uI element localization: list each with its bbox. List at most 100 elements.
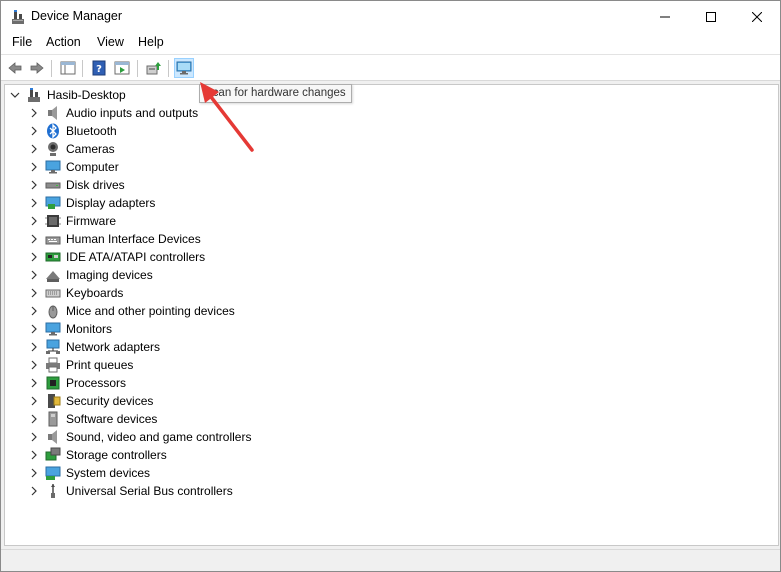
sound-icon [45, 429, 61, 445]
show-hide-console-tree-button[interactable] [58, 58, 78, 78]
device-tree: Hasib-Desktop Audio inputs and outputs Bl… [4, 84, 779, 546]
device-category-row[interactable]: Firmware [5, 212, 778, 230]
chevron-down-icon[interactable] [9, 89, 21, 101]
computer-root-icon [26, 87, 42, 103]
scan-hardware-changes-button[interactable] [174, 58, 194, 78]
device-category-row[interactable]: Disk drives [5, 176, 778, 194]
chevron-right-icon[interactable] [28, 269, 40, 281]
device-category-row[interactable]: IDE ATA/ATAPI controllers [5, 248, 778, 266]
device-category-label: Print queues [66, 358, 134, 372]
hid-icon [45, 231, 61, 247]
printer-icon [45, 357, 61, 373]
device-category-label: Human Interface Devices [66, 232, 201, 246]
processor-icon [45, 375, 61, 391]
network-adapter-icon [45, 339, 61, 355]
chevron-right-icon[interactable] [28, 485, 40, 497]
system-device-icon [45, 465, 61, 481]
chevron-right-icon[interactable] [28, 179, 40, 191]
chevron-right-icon[interactable] [28, 107, 40, 119]
device-category-row[interactable]: Display adapters [5, 194, 778, 212]
device-category-row[interactable]: Computer [5, 158, 778, 176]
device-category-label: Cameras [66, 142, 115, 156]
chevron-right-icon[interactable] [28, 341, 40, 353]
back-button[interactable] [5, 58, 25, 78]
chevron-right-icon[interactable] [28, 161, 40, 173]
device-category-row[interactable]: Universal Serial Bus controllers [5, 482, 778, 500]
close-button[interactable] [734, 1, 780, 32]
toolbar: ? [1, 54, 780, 81]
chevron-right-icon[interactable] [28, 305, 40, 317]
mouse-icon [45, 303, 61, 319]
display-adapter-icon [45, 195, 61, 211]
device-category-label: Audio inputs and outputs [66, 106, 199, 120]
chevron-right-icon[interactable] [28, 143, 40, 155]
minimize-icon [660, 16, 670, 17]
maximize-button[interactable] [688, 1, 734, 32]
device-category-row[interactable]: Print queues [5, 356, 778, 374]
software-device-icon [45, 411, 61, 427]
menu-help[interactable]: Help [138, 35, 164, 49]
chevron-right-icon[interactable] [28, 395, 40, 407]
device-category-row[interactable]: System devices [5, 464, 778, 482]
device-category-row[interactable]: Mice and other pointing devices [5, 302, 778, 320]
back-arrow-icon [8, 62, 22, 74]
chevron-right-icon[interactable] [28, 323, 40, 335]
usb-icon [45, 483, 61, 499]
close-icon [752, 11, 762, 22]
chevron-right-icon[interactable] [28, 431, 40, 443]
monitor-icon [45, 321, 61, 337]
device-category-row[interactable]: Human Interface Devices [5, 230, 778, 248]
device-category-row[interactable]: Software devices [5, 410, 778, 428]
status-bar [1, 549, 780, 571]
chevron-right-icon[interactable] [28, 125, 40, 137]
device-category-row[interactable]: Imaging devices [5, 266, 778, 284]
menu-view[interactable]: View [97, 35, 124, 49]
chevron-right-icon[interactable] [28, 233, 40, 245]
minimize-button[interactable] [642, 1, 688, 32]
toolbar-separator [137, 60, 138, 77]
properties-button[interactable] [112, 58, 132, 78]
device-category-row[interactable]: Cameras [5, 140, 778, 158]
help-icon: ? [92, 60, 106, 76]
device-category-label: Computer [66, 160, 119, 174]
toolbar-separator [51, 60, 52, 77]
device-category-row[interactable]: Audio inputs and outputs [5, 104, 778, 122]
bluetooth-icon [45, 123, 61, 139]
console-tree-icon [60, 61, 76, 75]
device-category-label: Keyboards [66, 286, 124, 300]
chevron-right-icon[interactable] [28, 377, 40, 389]
chevron-right-icon[interactable] [28, 359, 40, 371]
chevron-right-icon[interactable] [28, 197, 40, 209]
device-category-label: Processors [66, 376, 127, 390]
device-category-row[interactable]: Security devices [5, 392, 778, 410]
chevron-right-icon[interactable] [28, 287, 40, 299]
help-button[interactable]: ? [89, 58, 109, 78]
chevron-right-icon[interactable] [28, 449, 40, 461]
firmware-icon [45, 213, 61, 229]
device-category-label: Network adapters [66, 340, 161, 354]
device-category-row[interactable]: Keyboards [5, 284, 778, 302]
device-category-row[interactable]: Processors [5, 374, 778, 392]
device-category-row[interactable]: Bluetooth [5, 122, 778, 140]
device-category-row[interactable]: Network adapters [5, 338, 778, 356]
device-category-label: Storage controllers [66, 448, 167, 462]
menu-file[interactable]: File [12, 35, 32, 49]
chevron-right-icon[interactable] [28, 413, 40, 425]
chevron-right-icon[interactable] [28, 251, 40, 263]
menu-action[interactable]: Action [46, 35, 81, 49]
disk-drive-icon [45, 177, 61, 193]
tree-root-node[interactable]: Hasib-Desktop [5, 86, 778, 104]
device-category-row[interactable]: Sound, video and game controllers [5, 428, 778, 446]
device-category-label: Universal Serial Bus controllers [66, 484, 233, 498]
device-category-label: Bluetooth [66, 124, 117, 138]
device-category-row[interactable]: Storage controllers [5, 446, 778, 464]
device-category-label: Display adapters [66, 196, 156, 210]
device-category-row[interactable]: Monitors [5, 320, 778, 338]
chevron-right-icon[interactable] [28, 467, 40, 479]
forward-button[interactable] [27, 58, 47, 78]
chevron-right-icon[interactable] [28, 215, 40, 227]
device-manager-window: Device Manager File Action View Help ? H… [0, 0, 781, 572]
device-category-label: Imaging devices [66, 268, 153, 282]
update-driver-button[interactable] [144, 58, 164, 78]
camera-icon [45, 141, 61, 157]
